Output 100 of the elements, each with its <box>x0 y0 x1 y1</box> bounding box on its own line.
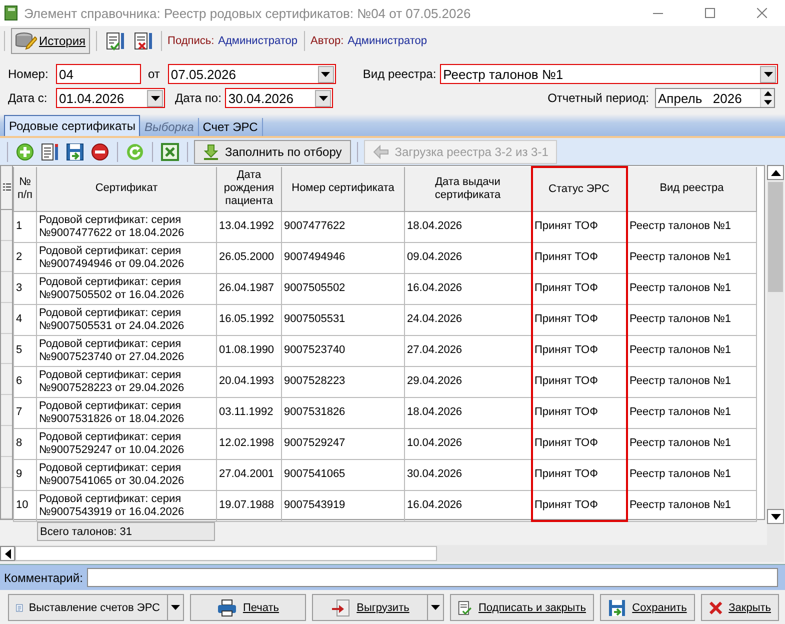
close-icon <box>757 8 767 18</box>
menu-button[interactable] <box>428 594 444 621</box>
column-header[interactable]: Вид реестра <box>626 167 756 211</box>
tab[interactable]: Родовые сертификаты <box>4 115 140 136</box>
table-cell: 01.08.1990 <box>216 335 282 366</box>
table-cell: 13.04.1992 <box>216 211 282 242</box>
scroll-left-button[interactable] <box>0 546 15 561</box>
table-cell: Принят ТОФ <box>532 211 626 242</box>
table-cell: 12.02.1998 <box>216 428 282 459</box>
table-cell: 27.04.2001 <box>216 459 282 490</box>
tab[interactable]: Счет ЭРС <box>198 118 263 136</box>
table-cell: 9007529247 <box>282 428 404 459</box>
column-header[interactable]: № п/п <box>14 167 36 211</box>
scroll-down-button[interactable] <box>767 509 784 524</box>
table-cell: 8 <box>14 428 36 459</box>
table-cell: Реестр талонов №1 <box>626 273 756 304</box>
action-button[interactable]: Выгрузить <box>312 594 428 621</box>
from-label: от <box>148 67 160 81</box>
registry-type-label: Вид реестра: <box>362 67 436 81</box>
print-icon <box>216 598 237 616</box>
horizontal-scrollbar-thumb[interactable] <box>15 546 437 561</box>
table-cell: 16.05.1992 <box>216 304 282 335</box>
author-label: Автор: <box>310 35 344 47</box>
action-button[interactable]: Выставление счетов ЭРС <box>8 594 168 621</box>
table-cell: 9007505502 <box>282 273 404 304</box>
table-cell: Реестр талонов №1 <box>626 211 756 242</box>
total-count: Всего талонов: 31 <box>37 522 215 541</box>
table-cell: 7 <box>14 397 36 428</box>
table-cell: Реестр талонов №1 <box>626 428 756 459</box>
table-cell: Родовой сертификат: серия №9007505502 от 16.04.2026 <box>36 273 216 304</box>
menu-button[interactable] <box>168 594 184 621</box>
number-field[interactable]: 04 <box>56 64 141 84</box>
table-cell: Принят ТОФ <box>532 397 626 428</box>
history-button[interactable]: История <box>11 28 90 54</box>
table-cell: 9007494946 <box>282 242 404 273</box>
up-arrow-icon <box>770 170 780 176</box>
caret-icon <box>150 96 160 100</box>
number-label: Номер: <box>8 67 50 81</box>
table-cell: 1 <box>14 211 36 242</box>
table-cell: 03.11.1992 <box>216 397 282 428</box>
table-cell: 9 <box>14 459 36 490</box>
dropdown-button[interactable] <box>318 66 334 82</box>
date-field[interactable]: 07.05.2026 <box>168 64 336 84</box>
back-arrow-icon <box>372 144 389 160</box>
table-cell: 5 <box>14 335 36 366</box>
left-arrow-icon <box>4 548 10 558</box>
registry-type-field[interactable]: Реестр талонов №1 <box>440 64 778 84</box>
table-cell: Реестр талонов №1 <box>626 335 756 366</box>
comment-field[interactable] <box>86 568 778 587</box>
table-cell: Родовой сертификат: серия №9007477622 от 18.04.2026 <box>36 211 216 242</box>
column-header[interactable]: Сертификат <box>36 167 216 211</box>
action-button[interactable]: Сохранить <box>600 594 695 621</box>
table-cell: Родовой сертификат: серия №9007505531 от 24.04.2026 <box>36 304 216 335</box>
vertical-scrollbar-thumb[interactable] <box>768 182 783 292</box>
action-button[interactable]: Закрыть <box>701 594 779 621</box>
date-from-field[interactable]: 01.04.2026 <box>56 88 165 108</box>
dropdown-button[interactable] <box>760 66 776 82</box>
caret-icon <box>764 72 773 76</box>
table-cell: 3 <box>14 273 36 304</box>
table-cell: Родовой сертификат: серия №9007494946 от 09.04.2026 <box>36 242 216 273</box>
author-value: Администратор <box>348 35 428 47</box>
table-cell: Принят ТОФ <box>532 428 626 459</box>
table-cell: 6 <box>14 366 36 397</box>
dropdown-button[interactable] <box>147 90 163 106</box>
table-cell: Принят ТОФ <box>532 273 626 304</box>
save-icon <box>608 598 626 616</box>
export-icon <box>330 598 351 616</box>
table-cell: 9007543919 <box>282 490 404 521</box>
table-cell: Реестр талонов №1 <box>626 397 756 428</box>
fill-button[interactable]: Заполнить по отбору <box>194 140 351 164</box>
table-cell: Принят ТОФ <box>532 366 626 397</box>
table-cell: Принят ТОФ <box>532 335 626 366</box>
spin-button[interactable] <box>760 89 774 107</box>
window-title: Элемент справочника: Реестр родовых сертификатов: №04 от 07.05.2026 <box>24 6 472 20</box>
table-cell: 9007523740 <box>282 335 404 366</box>
column-list-icon[interactable] <box>2 182 10 192</box>
action-button[interactable]: Печать <box>190 594 306 621</box>
signature-label: Подпись: <box>168 35 214 47</box>
column-header[interactable]: Дата рождения пациента <box>216 167 282 211</box>
table-cell: Принят ТОФ <box>532 459 626 490</box>
table-cell: Родовой сертификат: серия №9007531826 от 18.04.2026 <box>36 397 216 428</box>
period-field[interactable]: Апрель 2026 <box>655 88 775 108</box>
column-header[interactable]: Статус ЭРС <box>532 167 626 211</box>
action-button[interactable]: Подписать и закрыть <box>450 594 594 621</box>
period-label: Отчетный период: <box>548 91 649 105</box>
scroll-up-button[interactable] <box>767 165 784 180</box>
column-header[interactable]: Дата выдачи сертификата <box>404 167 532 211</box>
column-header[interactable]: Номер сертификата <box>282 167 404 211</box>
table-cell: Реестр талонов №1 <box>626 304 756 335</box>
maximize-icon <box>705 8 715 18</box>
table-cell: 26.05.2000 <box>216 242 282 273</box>
table-cell: 9007505531 <box>282 304 404 335</box>
table-cell: 19.07.1988 <box>216 490 282 521</box>
table-cell: Принят ТОФ <box>532 304 626 335</box>
date-to-field[interactable]: 30.04.2026 <box>225 88 334 108</box>
dropdown-button[interactable] <box>315 90 332 106</box>
table-cell: 9007477622 <box>282 211 404 242</box>
caret-icon <box>318 96 328 100</box>
caret-icon <box>321 72 330 76</box>
down-arrow-icon <box>770 514 780 520</box>
